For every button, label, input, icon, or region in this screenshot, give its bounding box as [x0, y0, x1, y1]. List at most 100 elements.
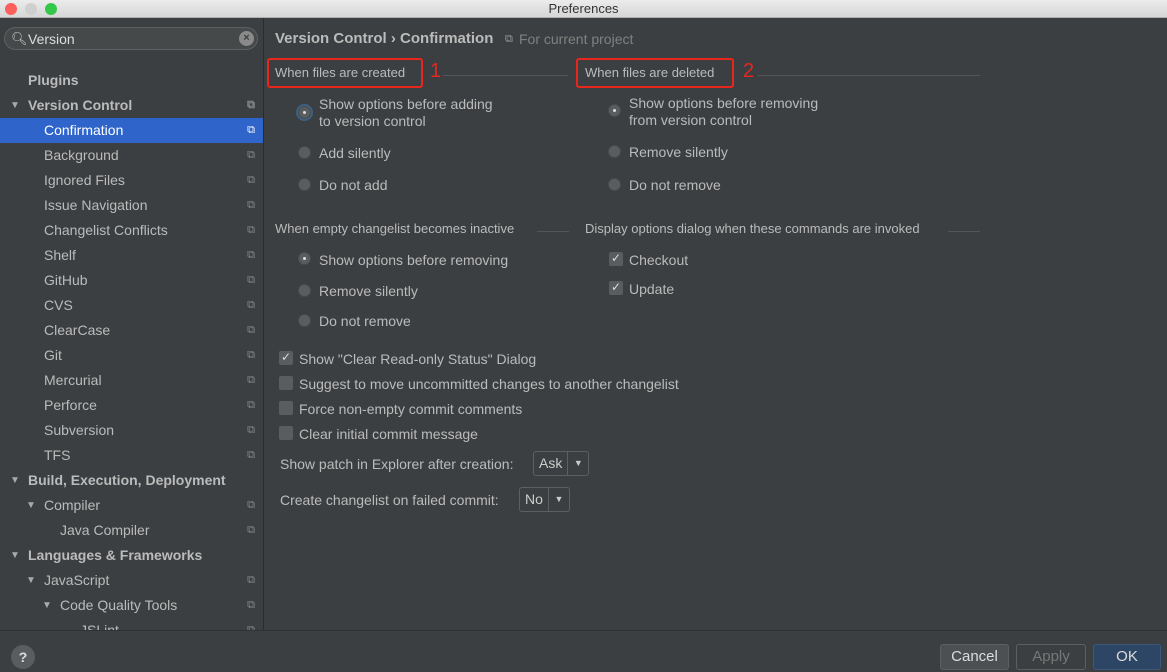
radio-label: Show options before removing: [319, 252, 509, 268]
sidebar-item-label: CVS: [44, 297, 73, 313]
checkbox-checkout[interactable]: ✓: [609, 252, 623, 266]
radio-remove-silently[interactable]: [608, 145, 621, 158]
failed-commit-value: No: [520, 488, 549, 511]
sidebar-item-label: ClearCase: [44, 322, 111, 338]
sidebar-item-shelf[interactable]: Shelf ⧉: [0, 243, 263, 268]
maximize-window-button[interactable]: [45, 3, 57, 15]
sidebar-item-label: Ignored Files: [44, 172, 125, 188]
ok-button[interactable]: OK: [1093, 644, 1161, 670]
annotation-box-1: [267, 58, 423, 88]
help-button[interactable]: ?: [11, 645, 35, 669]
sidebar-item-subversion[interactable]: Subversion ⧉: [0, 418, 263, 443]
project-settings-icon: ⧉: [247, 249, 255, 261]
breadcrumb-current: Confirmation: [400, 30, 494, 47]
sidebar-item-jslint[interactable]: JSLint ⧉: [0, 618, 263, 630]
sidebar-item-languages-frameworks[interactable]: ▼ Languages & Frameworks: [0, 543, 263, 568]
sidebar-item-label: Subversion: [44, 422, 115, 438]
project-settings-icon: ⧉: [247, 499, 255, 511]
sidebar-item-ignored-files[interactable]: Ignored Files ⧉: [0, 168, 263, 193]
sidebar-item-label: Issue Navigation: [44, 197, 148, 213]
apply-button[interactable]: Apply: [1016, 644, 1086, 670]
checkbox-label: Checkout: [629, 252, 689, 268]
sidebar-item-build-execution-deployment[interactable]: ▼ Build, Execution, Deployment: [0, 468, 263, 493]
radio-label-cont: to version control: [319, 113, 426, 129]
project-settings-icon: ⧉: [247, 424, 255, 436]
sidebar-item-code-quality-tools[interactable]: ▼ Code Quality Tools ⧉: [0, 593, 263, 618]
sidebar-item-mercurial[interactable]: Mercurial ⧉: [0, 368, 263, 393]
expand-arrow-icon[interactable]: ▼: [10, 468, 20, 493]
project-settings-icon: ⧉: [247, 449, 255, 461]
radio-label: Add silently: [319, 145, 391, 161]
checkbox-clear-readonly[interactable]: ✓: [279, 351, 293, 365]
radio-label: Remove silently: [319, 283, 418, 299]
project-settings-icon: ⧉: [247, 274, 255, 286]
project-settings-icon: ⧉: [247, 349, 255, 361]
project-settings-icon: ⧉: [247, 124, 255, 136]
checkbox-clear-initial[interactable]: [279, 426, 293, 440]
sidebar-item-label: Compiler: [44, 497, 101, 513]
project-settings-icon: ⧉: [247, 374, 255, 386]
annotation-number-1: 1: [430, 60, 442, 82]
sidebar-item-cvs[interactable]: CVS ⧉: [0, 293, 263, 318]
sidebar-item-label: Background: [44, 147, 119, 163]
checkbox-update[interactable]: ✓: [609, 281, 623, 295]
radio-empty-do-not-remove[interactable]: [298, 314, 311, 327]
expand-arrow-icon[interactable]: ▼: [26, 493, 36, 518]
radio-label: Do not remove: [319, 313, 411, 329]
radio-empty-remove-silently[interactable]: [298, 284, 311, 297]
expand-arrow-icon[interactable]: ▼: [10, 93, 20, 118]
sidebar-item-label: Version Control: [28, 97, 133, 113]
radio-add-silently[interactable]: [298, 146, 311, 159]
sidebar-item-java-compiler[interactable]: Java Compiler ⧉: [0, 518, 263, 543]
radio-label: Do not add: [319, 177, 388, 193]
sidebar-item-perforce[interactable]: Perforce ⧉: [0, 393, 263, 418]
search-input[interactable]: 🔍︎ Version ×: [4, 27, 258, 50]
sidebar-item-git[interactable]: Git ⧉: [0, 343, 263, 368]
checkbox-force-comments[interactable]: [279, 401, 293, 415]
sidebar-item-compiler[interactable]: ▼ Compiler ⧉: [0, 493, 263, 518]
sidebar-item-confirmation[interactable]: Confirmation ⧉: [0, 118, 263, 143]
breadcrumb-separator: ›: [390, 30, 396, 47]
sidebar-item-javascript[interactable]: ▼ JavaScript ⧉: [0, 568, 263, 593]
radio-show-options-removing[interactable]: [608, 104, 621, 117]
checkbox-label: Update: [629, 281, 675, 297]
minimize-window-button[interactable]: [25, 3, 37, 15]
project-settings-icon: ⧉: [247, 599, 255, 611]
project-settings-icon: ⧉: [247, 99, 255, 111]
patch-dropdown[interactable]: Ask ▼: [533, 451, 590, 476]
expand-arrow-icon[interactable]: ▼: [10, 543, 20, 568]
radio-do-not-remove[interactable]: [608, 178, 621, 191]
sidebar-item-background[interactable]: Background ⧉: [0, 143, 263, 168]
expand-arrow-icon[interactable]: ▼: [26, 568, 36, 593]
sidebar-item-label: Plugins: [28, 72, 79, 88]
sidebar-item-github[interactable]: GitHub ⧉: [0, 268, 263, 293]
radio-show-options-adding[interactable]: [298, 106, 311, 119]
radio-empty-show-options[interactable]: [298, 252, 311, 265]
cancel-button[interactable]: Cancel: [940, 644, 1009, 670]
sidebar-item-clearcase[interactable]: ClearCase ⧉: [0, 318, 263, 343]
failed-commit-dropdown[interactable]: No ▼: [519, 487, 570, 512]
expand-arrow-icon[interactable]: ▼: [42, 593, 52, 618]
failed-commit-label: Create changelist on failed commit:: [280, 492, 499, 508]
project-settings-icon: ⧉: [247, 399, 255, 411]
sidebar-item-label: Java Compiler: [60, 522, 150, 538]
project-settings-icon: ⧉: [247, 574, 255, 586]
sidebar: IntentionsPlugins▼Version Control⧉Confir…: [0, 18, 264, 630]
checkbox-label: Force non-empty commit comments: [299, 401, 523, 417]
sidebar-item-label: Languages & Frameworks: [28, 547, 203, 563]
sidebar-item-label: Mercurial: [44, 372, 102, 388]
project-settings-icon: ⧉: [247, 174, 255, 186]
sidebar-item-label: Shelf: [44, 247, 76, 263]
sidebar-item-issue-navigation[interactable]: Issue Navigation ⧉: [0, 193, 263, 218]
sidebar-item-changelist-conflicts[interactable]: Changelist Conflicts ⧉: [0, 218, 263, 243]
sidebar-item-label: TFS: [44, 447, 71, 463]
sidebar-item-plugins[interactable]: Plugins: [0, 68, 263, 93]
sidebar-item-version-control[interactable]: ▼ Version Control ⧉: [0, 93, 263, 118]
clear-search-icon[interactable]: ×: [239, 31, 254, 46]
scope-label: For current project: [519, 31, 634, 47]
sidebar-item-tfs[interactable]: TFS ⧉: [0, 443, 263, 468]
close-window-button[interactable]: [5, 3, 17, 15]
checkbox-suggest-move[interactable]: [279, 376, 293, 390]
radio-do-not-add[interactable]: [298, 178, 311, 191]
radio-label-cont: from version control: [629, 112, 752, 128]
